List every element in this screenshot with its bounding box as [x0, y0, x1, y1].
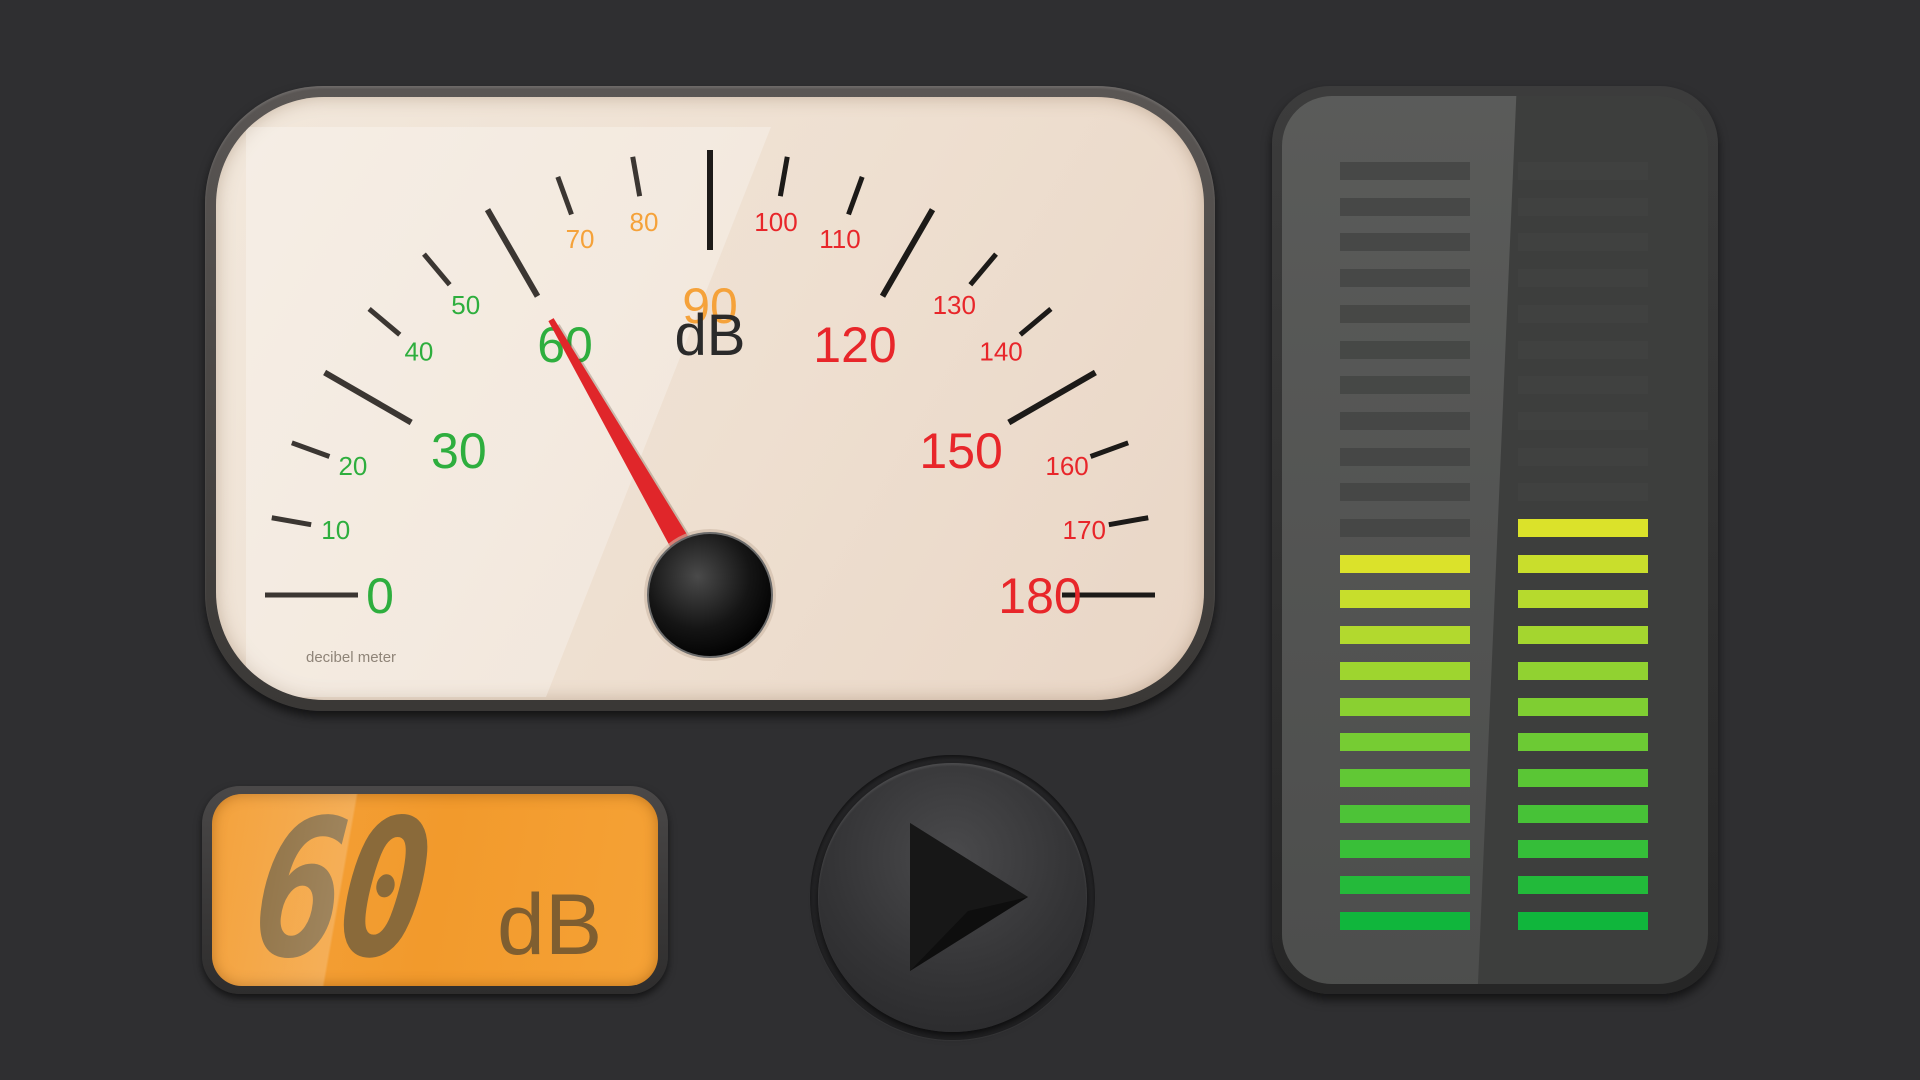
level-segment — [1340, 661, 1470, 680]
level-segment — [1518, 768, 1648, 787]
level-segment — [1518, 304, 1648, 323]
level-segment — [1518, 840, 1648, 859]
level-segment — [1518, 376, 1648, 395]
minor-label: 80 — [630, 207, 659, 237]
major-tick — [1007, 369, 1097, 426]
minor-label: 170 — [1063, 515, 1106, 545]
level-segment — [1340, 768, 1470, 787]
level-segment — [1340, 411, 1470, 430]
minor-label: 50 — [451, 290, 480, 320]
digital-readout: 60 dB — [212, 794, 658, 986]
minor-tick — [1108, 515, 1149, 528]
level-segment — [1340, 876, 1470, 894]
level-segment — [1518, 411, 1648, 430]
readout-value: 60 — [244, 794, 437, 986]
minor-label: 160 — [1045, 451, 1088, 481]
gauge-unit-label: dB — [675, 303, 746, 368]
level-segment — [1518, 733, 1648, 752]
major-tick — [879, 208, 936, 298]
level-meter — [1282, 96, 1708, 984]
level-segment — [1340, 804, 1470, 823]
minor-label: 100 — [754, 207, 797, 237]
level-segment — [1518, 162, 1648, 180]
minor-label: 10 — [321, 515, 350, 545]
minor-tick — [777, 156, 790, 197]
minor-label: 130 — [933, 290, 976, 320]
level-segment — [1340, 233, 1470, 252]
minor-label: 40 — [404, 337, 433, 367]
major-label: 150 — [919, 423, 1002, 479]
minor-tick — [968, 252, 998, 287]
level-segment — [1518, 697, 1648, 716]
minor-tick — [1089, 440, 1130, 459]
level-segment — [1340, 162, 1470, 180]
level-segment — [1340, 340, 1470, 359]
level-segment — [1340, 483, 1470, 502]
major-label: 30 — [431, 423, 487, 479]
level-meter-right-channel — [1518, 96, 1648, 984]
level-segment — [1518, 447, 1648, 466]
minor-tick — [846, 175, 865, 216]
level-segment — [1340, 197, 1470, 216]
level-segment — [1340, 554, 1470, 573]
level-segment — [1518, 269, 1648, 288]
major-label: 180 — [998, 568, 1081, 624]
level-segment — [1518, 483, 1648, 502]
gauge-brand-label: decibel meter — [306, 649, 396, 666]
level-segment — [1518, 519, 1648, 537]
level-segment — [1340, 269, 1470, 288]
level-segment — [1518, 197, 1648, 216]
minor-label: 110 — [819, 224, 860, 254]
level-segment — [1518, 804, 1648, 823]
level-segment — [1340, 519, 1470, 537]
readout-unit: dB — [497, 877, 603, 973]
minor-label: 140 — [979, 337, 1022, 367]
level-segment — [1518, 626, 1648, 645]
minor-tick — [1018, 307, 1053, 337]
level-segment — [1518, 876, 1648, 894]
level-segment — [1340, 447, 1470, 466]
level-meter-left-channel — [1340, 96, 1470, 984]
level-segment — [1518, 911, 1648, 930]
level-segment — [1518, 554, 1648, 573]
gauge-dial: 0306090120150180102040507080100110130140… — [246, 127, 1155, 697]
play-icon — [910, 823, 1028, 971]
decibel-gauge: 0306090120150180102040507080100110130140… — [216, 97, 1204, 700]
level-segment — [1340, 840, 1470, 859]
major-label: 0 — [366, 568, 394, 624]
level-segment — [1518, 233, 1648, 252]
level-segment — [1518, 661, 1648, 680]
level-segment — [1340, 697, 1470, 716]
level-segment — [1340, 590, 1470, 609]
level-segment — [1340, 911, 1470, 930]
level-segment — [1340, 304, 1470, 323]
minor-label: 20 — [338, 451, 367, 481]
level-segment — [1518, 590, 1648, 609]
minor-label: 70 — [566, 224, 595, 254]
level-segment — [1340, 626, 1470, 645]
level-segment — [1340, 733, 1470, 752]
level-segment — [1340, 376, 1470, 395]
needle-hub — [647, 532, 773, 658]
play-button[interactable] — [818, 763, 1087, 1032]
major-label: 120 — [813, 317, 896, 373]
level-segment — [1518, 340, 1648, 359]
